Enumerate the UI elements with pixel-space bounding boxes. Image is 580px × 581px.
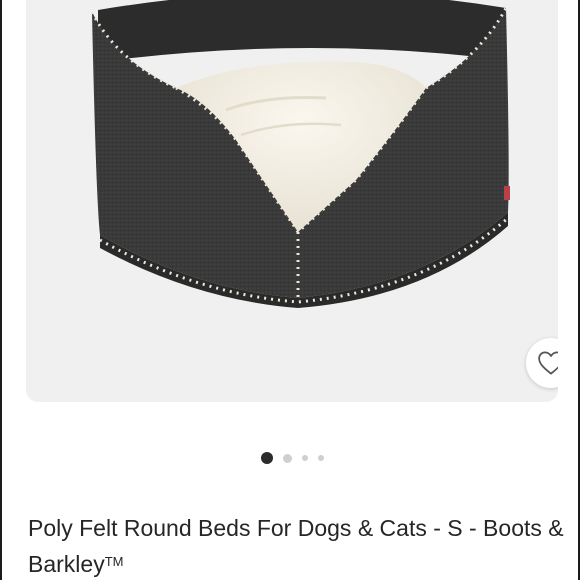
heart-outline-icon: [538, 351, 558, 375]
product-image-card[interactable]: [26, 0, 558, 402]
product-title: Poly Felt Round Beds For Dogs & Cats - S…: [28, 512, 568, 581]
product-page: Poly Felt Round Beds For Dogs & Cats - S…: [0, 0, 580, 580]
carousel-dot-1[interactable]: [260, 452, 273, 464]
carousel-dot-2[interactable]: [282, 453, 292, 463]
carousel-dot-4[interactable]: [317, 455, 324, 461]
carousel-pagination: [2, 450, 580, 466]
trademark-symbol: TM: [104, 554, 124, 569]
product-image: [90, 0, 510, 308]
carousel-dot-3[interactable]: [301, 455, 308, 461]
